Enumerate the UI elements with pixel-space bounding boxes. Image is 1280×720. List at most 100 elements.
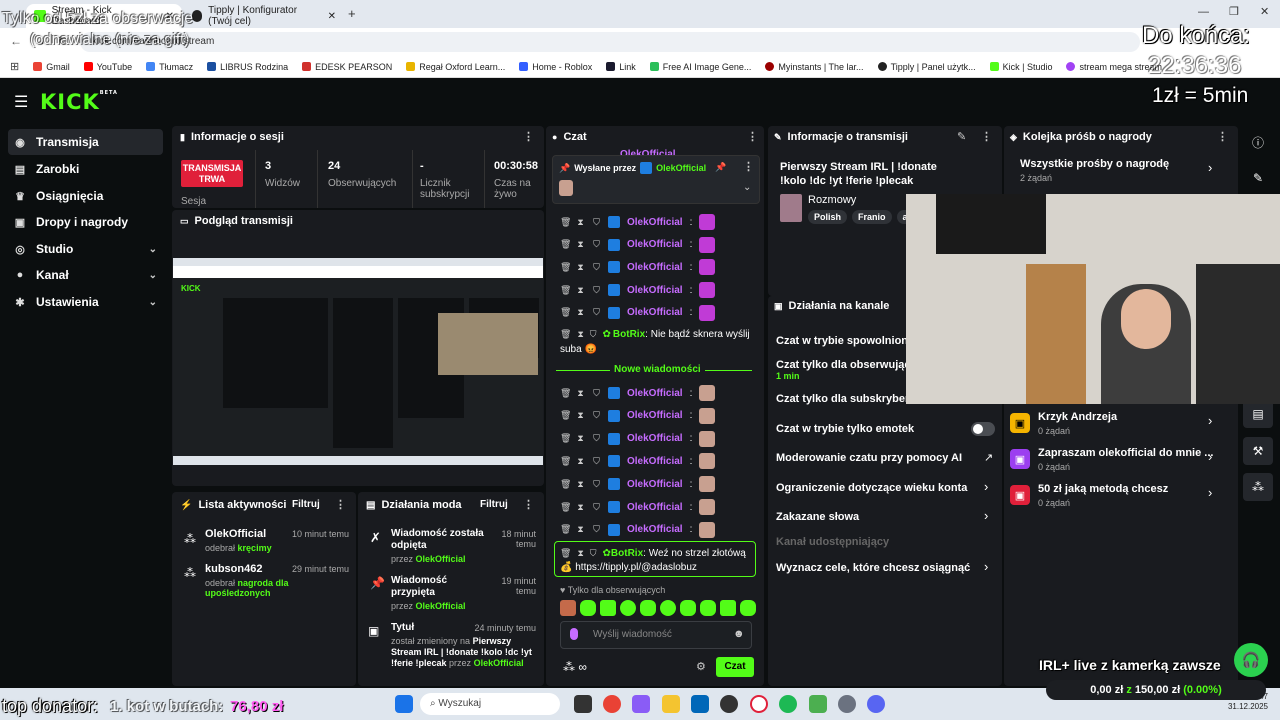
ban-icon[interactable]: ⛉ xyxy=(592,456,601,467)
file-explorer-icon[interactable] xyxy=(662,695,680,713)
bookmark-librus[interactable]: LIBRUS Rodzina xyxy=(207,62,288,72)
bookmark-translate[interactable]: Tłumacz xyxy=(146,62,193,72)
stream-preview-video[interactable]: KICK xyxy=(173,258,543,465)
delete-icon[interactable]: 🗑 xyxy=(560,433,571,444)
windows-start-icon[interactable] xyxy=(395,695,413,713)
edit-pencil-icon[interactable]: ✎ xyxy=(1243,164,1273,192)
copilot-icon[interactable] xyxy=(632,695,650,713)
delete-icon[interactable]: 🗑 xyxy=(560,388,571,399)
obs-icon[interactable] xyxy=(720,695,738,713)
chat-message[interactable]: 🗑 ⧗ ⛉ OlekOfficial: xyxy=(560,429,716,449)
chat-username[interactable]: OlekOfficial xyxy=(627,239,683,250)
action-goals[interactable]: Wyznacz cele, które chcesz osiągnąć xyxy=(776,562,970,574)
pin-icon[interactable]: 📌 xyxy=(715,162,726,173)
reward-item[interactable]: ▣ Krzyk Andrzeja 0 żądań › xyxy=(1010,403,1220,443)
users-icon[interactable]: ⁂ xyxy=(1243,473,1273,501)
ban-icon[interactable]: ⛉ xyxy=(592,479,601,490)
bookmark-ai-image[interactable]: Free AI Image Gene... xyxy=(649,62,751,72)
back-icon[interactable]: ← xyxy=(10,34,22,48)
sidebar-item-zarobki[interactable]: ▤ Zarobki xyxy=(8,156,163,182)
category-name[interactable]: Rozmowy xyxy=(808,194,856,206)
chat-username[interactable]: OlekOfficial xyxy=(627,433,683,444)
chat-message[interactable]: 🗑 ⧗ ⛉ OlekOfficial: xyxy=(560,451,716,471)
apps-icon[interactable]: ⊞ xyxy=(10,60,19,73)
ban-icon[interactable]: ⛉ xyxy=(592,307,601,318)
reward-item[interactable]: ▣ Zapraszam olekofficial do mnie ... 0 żą… xyxy=(1010,439,1220,479)
monitor-icon[interactable]: ▤ xyxy=(1243,400,1273,428)
chat-send-button[interactable]: Czat xyxy=(716,657,754,677)
emote[interactable] xyxy=(660,600,676,616)
ban-icon[interactable]: ⛉ xyxy=(592,239,601,250)
microphone-icon[interactable] xyxy=(570,628,578,640)
notes-icon[interactable] xyxy=(809,695,827,713)
timeout-icon[interactable]: ⧗ xyxy=(576,502,585,513)
edit-icon[interactable]: ✎ xyxy=(957,130,966,143)
emote[interactable] xyxy=(680,600,696,616)
bookmark-link[interactable]: Link xyxy=(606,62,636,72)
activity-filter-button[interactable]: Filtruj xyxy=(292,499,320,510)
chat-username[interactable]: OlekOfficial xyxy=(627,307,683,318)
more-icon[interactable]: ⋮ xyxy=(981,130,992,143)
bookmark-kick-studio[interactable]: Kick | Studio xyxy=(989,62,1052,72)
new-tab-icon[interactable]: + xyxy=(348,6,356,21)
delete-icon[interactable]: 🗑 xyxy=(560,239,571,250)
emote[interactable] xyxy=(700,600,716,616)
chat-message[interactable]: 🗑 ⧗ ⛉ OlekOfficial: xyxy=(560,497,716,517)
chat-username[interactable]: OlekOfficial xyxy=(627,524,683,535)
chat-message[interactable]: 🗑 ⧗ ⛉ OlekOfficial: xyxy=(560,257,716,277)
headphones-icon[interactable]: 🎧 xyxy=(1234,643,1268,677)
all-rewards-item[interactable]: Wszystkie prośby o nagrodę 2 żądań › xyxy=(1020,158,1220,183)
chat-username[interactable]: OlekOfficial xyxy=(627,217,683,228)
ban-icon[interactable]: ⛉ xyxy=(592,285,601,296)
maximize-icon[interactable]: ❐ xyxy=(1229,5,1239,18)
wrench-icon[interactable]: ⚒ xyxy=(1243,437,1273,465)
mod-filter-button[interactable]: Filtruj xyxy=(480,499,508,510)
delete-icon[interactable]: 🗑 xyxy=(560,285,571,296)
more-icon[interactable]: ⋮ xyxy=(523,130,534,143)
delete-icon[interactable]: 🗑 xyxy=(560,456,571,467)
timeout-icon[interactable]: ⧗ xyxy=(576,285,585,296)
chat-message[interactable]: 🗑 ⧗ ⛉ OlekOfficial: xyxy=(560,383,716,403)
timeout-icon[interactable]: ⧗ xyxy=(576,239,585,250)
chat-input[interactable]: Wyślij wiadomość ☻ xyxy=(560,621,752,649)
chat-message[interactable]: 🗑 ⧗ ⛉ OlekOfficial: xyxy=(560,474,716,494)
sidebar-item-kanal[interactable]: ● Kanał ⌄ xyxy=(8,262,163,288)
opera-icon[interactable] xyxy=(750,695,768,713)
delete-icon[interactable]: 🗑 xyxy=(560,217,571,228)
delete-icon[interactable]: 🗑 xyxy=(560,479,571,490)
info-icon[interactable]: ⓘ xyxy=(1243,128,1273,156)
chat-username[interactable]: OlekOfficial xyxy=(627,479,683,490)
settings-icon[interactable] xyxy=(838,695,856,713)
chat-message[interactable]: 🗑 ⧗ ⛉ OlekOfficial: xyxy=(560,235,716,255)
action-slow-mode[interactable]: Czat w trybie spowolnionym xyxy=(776,335,924,347)
timeout-icon[interactable]: ⧗ xyxy=(576,524,585,535)
sidebar-item-studio[interactable]: ◎ Studio ⌄ xyxy=(8,236,163,262)
ban-icon[interactable]: ⛉ xyxy=(592,262,601,273)
chat-message[interactable]: 🗑 ⧗ ⛉ OlekOfficial: xyxy=(560,520,716,540)
chat-message[interactable]: 🗑 ⧗ ⛉ OlekOfficial: xyxy=(560,303,716,323)
reward-item[interactable]: ▣ 50 zł jaką metodą chcesz 0 żądań › xyxy=(1010,475,1220,515)
menu-icon[interactable]: ☰ xyxy=(14,92,28,112)
close-tab-icon[interactable]: ✕ xyxy=(328,11,336,22)
more-icon[interactable]: ⋮ xyxy=(523,498,534,511)
sidebar-item-transmisja[interactable]: ◉ Transmisja xyxy=(8,129,163,155)
more-icon[interactable]: ⋮ xyxy=(743,160,754,173)
ban-icon[interactable]: ⛉ xyxy=(592,502,601,513)
bookmark-gmail[interactable]: Gmail xyxy=(33,62,70,72)
delete-icon[interactable]: 🗑 xyxy=(560,307,571,318)
sidebar-item-dropy[interactable]: ▣ Dropy i nagrody xyxy=(8,209,163,235)
delete-icon[interactable]: 🗑 xyxy=(560,410,571,421)
taskbar-search[interactable]: ⌕ Wyszukaj xyxy=(420,693,560,715)
delete-icon[interactable]: 🗑 xyxy=(560,502,571,513)
close-window-icon[interactable]: ✕ xyxy=(1260,5,1269,18)
ban-icon[interactable]: ⛉ xyxy=(592,524,601,535)
delete-icon[interactable]: 🗑 xyxy=(560,524,571,535)
pinned-message[interactable]: 📌 Wysłane przez OlekOfficial 📌 ⋮ ⌄ xyxy=(552,155,760,204)
chrome-taskbar-icon[interactable] xyxy=(603,695,621,713)
timeout-icon[interactable]: ⧗ xyxy=(576,307,585,318)
store-icon[interactable] xyxy=(691,695,709,713)
external-link-icon[interactable]: ↗ xyxy=(984,451,993,464)
bookmark-youtube[interactable]: YouTube xyxy=(83,62,132,72)
emote[interactable] xyxy=(560,600,576,616)
action-ai-moderation[interactable]: Moderowanie czatu przy pomocy AI xyxy=(776,452,962,464)
